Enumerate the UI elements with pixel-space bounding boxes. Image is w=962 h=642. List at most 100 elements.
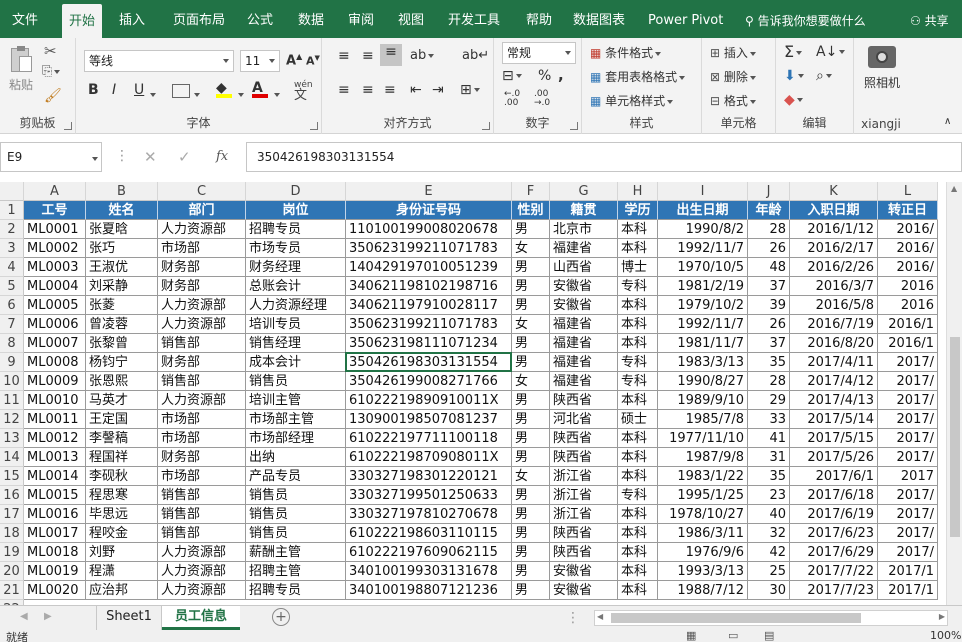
- tab-11[interactable]: Power Pivot: [648, 0, 723, 38]
- cell[interactable]: 销售部: [158, 505, 246, 524]
- cell[interactable]: 2017/4/11: [790, 353, 878, 372]
- cell[interactable]: 男: [512, 391, 550, 410]
- cell[interactable]: 人力资源部: [158, 220, 246, 239]
- insert-function-button[interactable]: fx: [216, 149, 228, 164]
- cell[interactable]: 男: [512, 429, 550, 448]
- cell[interactable]: 1992/11/7: [658, 315, 748, 334]
- column-header-E[interactable]: E: [346, 182, 512, 201]
- cell[interactable]: 130900198507081237: [346, 410, 512, 429]
- cell[interactable]: 61022219890910011X: [346, 391, 512, 410]
- increase-decimal-icon[interactable]: ←.0.00: [504, 90, 520, 108]
- cell[interactable]: 2017/: [878, 486, 938, 505]
- cell[interactable]: 应治邦: [86, 581, 158, 600]
- cell[interactable]: 王定国: [86, 410, 158, 429]
- grow-font-icon[interactable]: A▲: [286, 52, 302, 68]
- cell[interactable]: 28: [748, 220, 790, 239]
- cell[interactable]: 陕西省: [550, 391, 618, 410]
- cell[interactable]: 610222197609062115: [346, 543, 512, 562]
- column-header-F[interactable]: F: [512, 182, 550, 201]
- font-color-dropdown-icon[interactable]: [272, 87, 280, 101]
- cell[interactable]: 2017/: [878, 524, 938, 543]
- cell[interactable]: 2016/: [878, 258, 938, 277]
- cell[interactable]: 37: [748, 277, 790, 296]
- cell[interactable]: 2017/: [878, 429, 938, 448]
- cell[interactable]: 33: [748, 410, 790, 429]
- cell[interactable]: 本科: [618, 467, 658, 486]
- cell[interactable]: 产品专员: [246, 467, 346, 486]
- cell[interactable]: 招聘专员: [246, 581, 346, 600]
- cell[interactable]: 32: [748, 524, 790, 543]
- cell[interactable]: 2016/5/8: [790, 296, 878, 315]
- page-break-icon[interactable]: ▤: [764, 631, 774, 642]
- cell[interactable]: 1990/8/2: [658, 220, 748, 239]
- tab-1[interactable]: 开始: [62, 4, 102, 38]
- row-header[interactable]: 20: [0, 562, 24, 581]
- font-name-select[interactable]: 等线: [84, 50, 234, 72]
- header-cell[interactable]: 工号: [24, 201, 86, 220]
- accounting-icon[interactable]: ⊟: [502, 68, 522, 84]
- cell[interactable]: ML0018: [24, 543, 86, 562]
- cell[interactable]: ML0011: [24, 410, 86, 429]
- cell[interactable]: 2017/4/12: [790, 372, 878, 391]
- align-middle-icon[interactable]: ≡: [362, 48, 374, 64]
- cell[interactable]: 61022219870908011X: [346, 448, 512, 467]
- cell[interactable]: 1995/1/25: [658, 486, 748, 505]
- cell[interactable]: 1970/10/5: [658, 258, 748, 277]
- cell[interactable]: 2017/6/29: [790, 543, 878, 562]
- cell[interactable]: 2016/1: [878, 315, 938, 334]
- cell[interactable]: 39: [748, 296, 790, 315]
- cell[interactable]: 350426198303131554: [346, 353, 512, 372]
- select-all-corner[interactable]: [0, 182, 24, 201]
- cell[interactable]: 曾凌蓉: [86, 315, 158, 334]
- comma-button[interactable]: ,: [558, 66, 564, 84]
- cell[interactable]: 2017/6/1: [790, 467, 878, 486]
- conditional-formatting-button[interactable]: ▦ 条件格式: [590, 44, 662, 61]
- cell[interactable]: 张菱: [86, 296, 158, 315]
- header-cell[interactable]: 年龄: [748, 201, 790, 220]
- increase-indent-icon[interactable]: ⇥: [432, 82, 444, 98]
- cell[interactable]: 1988/7/12: [658, 581, 748, 600]
- format-button[interactable]: ⊟ 格式: [710, 92, 756, 109]
- cell[interactable]: 财务经理: [246, 258, 346, 277]
- page-layout-icon[interactable]: ▭: [728, 631, 738, 642]
- cell[interactable]: 1992/11/7: [658, 239, 748, 258]
- header-cell[interactable]: 入职日期: [790, 201, 878, 220]
- row-header[interactable]: 11: [0, 391, 24, 410]
- cell[interactable]: 陕西省: [550, 448, 618, 467]
- cell[interactable]: 1978/10/27: [658, 505, 748, 524]
- tab-6[interactable]: 审阅: [344, 0, 378, 38]
- cell[interactable]: 340100199303131678: [346, 562, 512, 581]
- cell[interactable]: 程思寒: [86, 486, 158, 505]
- font-size-select[interactable]: 11: [240, 50, 280, 72]
- find-select-icon[interactable]: ⌕: [816, 68, 832, 84]
- cell[interactable]: 330327197810270678: [346, 505, 512, 524]
- header-cell[interactable]: 部门: [158, 201, 246, 220]
- cell[interactable]: 610222198603110115: [346, 524, 512, 543]
- tab-2[interactable]: 插入: [115, 0, 149, 38]
- column-header-J[interactable]: J: [748, 182, 790, 201]
- cell[interactable]: 出纳: [246, 448, 346, 467]
- cell[interactable]: 市场部: [158, 239, 246, 258]
- cell[interactable]: 财务部: [158, 277, 246, 296]
- insert-button[interactable]: ⊞ 插入: [710, 44, 756, 61]
- cell[interactable]: 26: [748, 239, 790, 258]
- cell[interactable]: ML0009: [24, 372, 86, 391]
- cell[interactable]: 340100198807121236: [346, 581, 512, 600]
- header-cell[interactable]: 身份证号码: [346, 201, 512, 220]
- cell[interactable]: 专科: [618, 372, 658, 391]
- header-cell[interactable]: 学历: [618, 201, 658, 220]
- row-header[interactable]: 8: [0, 334, 24, 353]
- tab-8[interactable]: 开发工具: [446, 0, 502, 38]
- row-header[interactable]: 7: [0, 315, 24, 334]
- header-cell[interactable]: 性别: [512, 201, 550, 220]
- new-sheet-icon[interactable]: +: [272, 608, 290, 626]
- cell[interactable]: 马英才: [86, 391, 158, 410]
- clear-icon[interactable]: ◆: [784, 92, 803, 108]
- header-cell[interactable]: 籍贯: [550, 201, 618, 220]
- enter-icon[interactable]: ✓: [178, 148, 191, 166]
- cell[interactable]: 2017/7/23: [790, 581, 878, 600]
- cell[interactable]: ML0002: [24, 239, 86, 258]
- cell[interactable]: 人力资源部: [158, 581, 246, 600]
- cell[interactable]: 2017/: [878, 391, 938, 410]
- cell[interactable]: 硕士: [618, 410, 658, 429]
